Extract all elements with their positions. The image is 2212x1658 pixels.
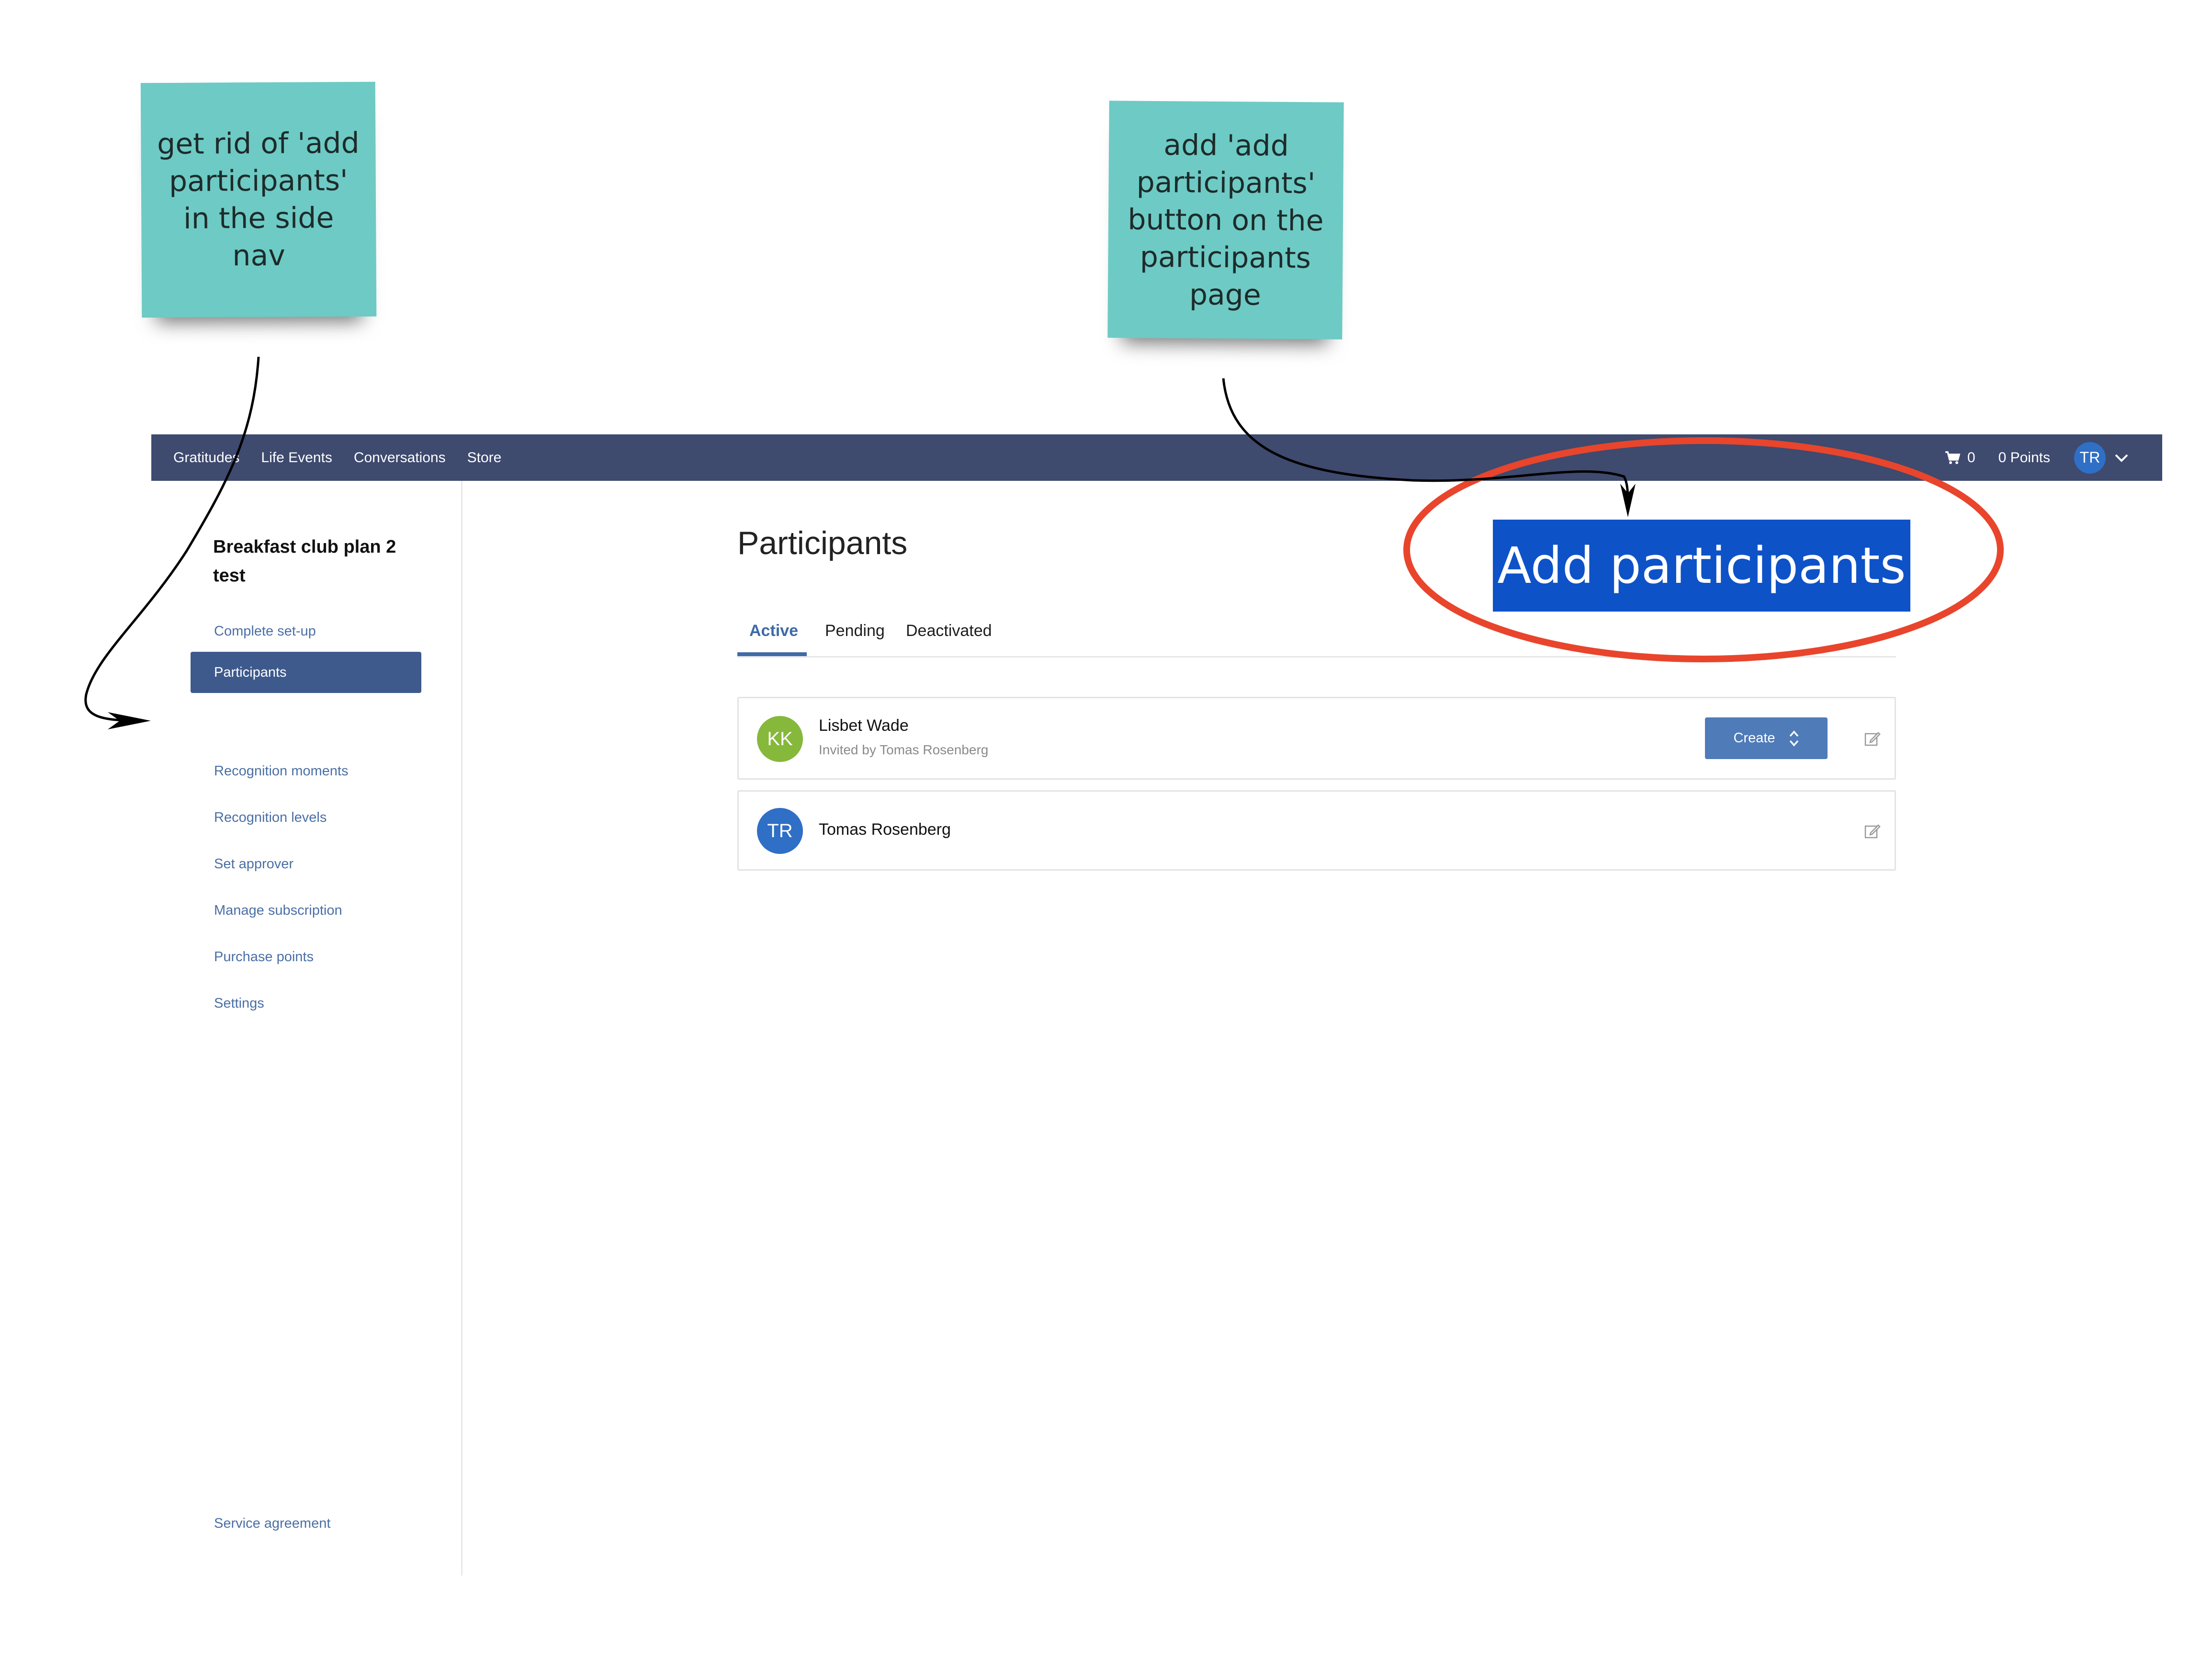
arrow-right [1222,378,1629,508]
annotation-overlay [84,356,2004,729]
highlight-ring [1403,437,2004,662]
arrow-left [84,356,260,722]
